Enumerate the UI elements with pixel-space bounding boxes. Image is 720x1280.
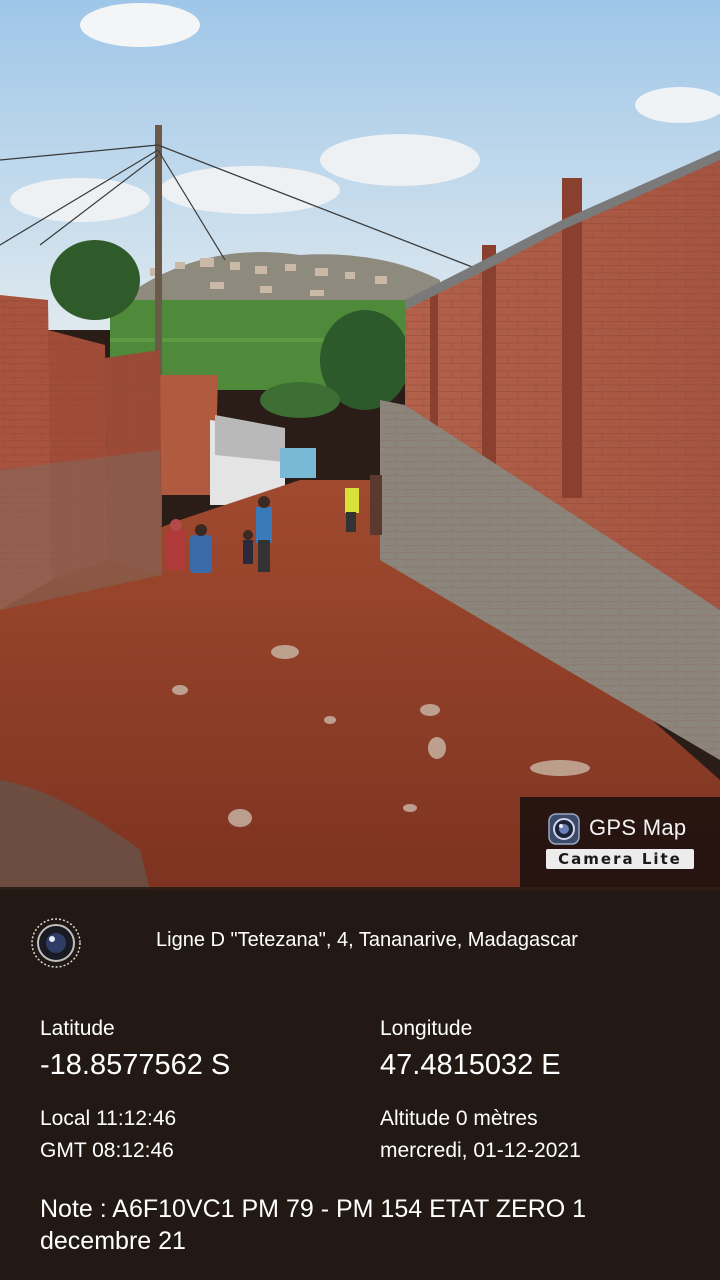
longitude-value: 47.4815032 E [380,1049,561,1081]
gmt-time: GMT 08:12:46 [40,1139,174,1162]
badge-subtitle: Camera Lite [546,849,694,869]
local-time: Local 11:12:46 [40,1107,177,1130]
date: mercredi, 01-12-2021 [380,1139,581,1162]
badge-title: GPS Map [589,815,687,840]
camera-lens-icon [548,813,580,845]
location-address: Ligne D "Tetezana", 4, Tananarive, Madag… [156,929,578,951]
latitude-label: Latitude [40,1017,115,1040]
note-text: Note : A6F10VC1 PM 79 - PM 154 ETAT ZERO… [40,1195,587,1255]
longitude-label: Longitude [380,1017,473,1040]
gps-map-camera-badge: GPS Map Camera Lite [520,797,720,887]
camera-lens-icon [30,917,82,969]
latitude-value: -18.8577562 S [40,1049,231,1081]
altitude: Altitude 0 mètres [380,1107,538,1130]
gps-info-panel: Ligne D "Tetezana", 4, Tananarive, Madag… [0,887,720,1280]
